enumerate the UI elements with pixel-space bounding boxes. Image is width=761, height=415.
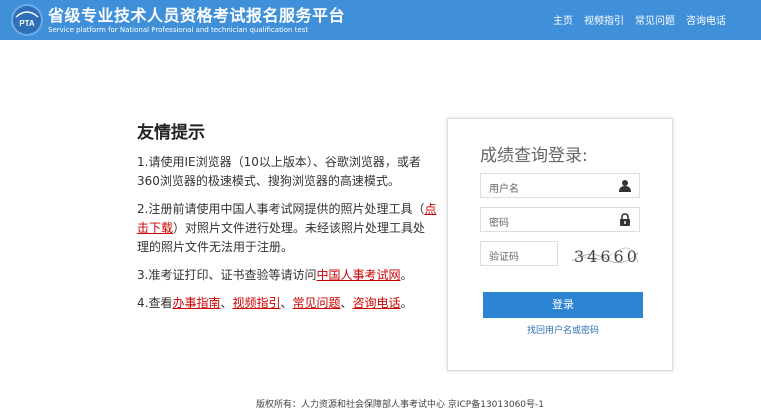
nav-home[interactable]: 主页: [553, 12, 573, 27]
captcha-placeholder: 验证码: [489, 252, 519, 263]
login-panel: 成绩查询登录: 用户名 密码 验证码 34660 登录 找回用户名或密码: [447, 118, 673, 371]
cpta-link[interactable]: 中国人事考试网: [316, 268, 400, 282]
nav-faq[interactable]: 常见问题: [635, 12, 675, 27]
tip3-text-pre: 3.准考证打印、证书查验等请访问: [137, 268, 317, 282]
password-field[interactable]: 密码: [480, 207, 640, 232]
tip2-text-pre: 2.注册前请使用中国人事考试网提供的照片处理工具（: [137, 202, 425, 216]
separator: 、: [340, 296, 353, 310]
logo-icon: PTA: [11, 4, 43, 36]
tip4-text-post: 。: [400, 296, 413, 310]
forgot-credentials-link[interactable]: 找回用户名或密码: [448, 323, 678, 336]
footer-copyright: 版权所有：人力资源和社会保障部人事考试中心 京ICP备13013060号-1: [255, 400, 544, 410]
tip-exam-site: 3.准考证打印、证书查验等请访问中国人事考试网。: [137, 266, 437, 285]
tip-photo-tool: 2.注册前请使用中国人事考试网提供的照片处理工具（点击下载）对照片文件进行处理。…: [137, 200, 437, 257]
tips-title: 友情提示: [137, 123, 205, 143]
password-placeholder: 密码: [489, 218, 509, 229]
svg-text:PTA: PTA: [19, 19, 35, 28]
user-icon: [619, 180, 631, 192]
top-header-bar: PTA 省级专业技术人员资格考试报名服务平台 Service platform …: [0, 0, 761, 40]
nav-contact-phone[interactable]: 咨询电话: [686, 12, 726, 27]
site-title: 省级专业技术人员资格考试报名服务平台: [48, 6, 346, 25]
top-nav: 主页 视频指引 常见问题 咨询电话: [553, 12, 737, 27]
login-title: 成绩查询登录:: [480, 146, 588, 166]
login-button[interactable]: 登录: [483, 292, 643, 318]
tips-panel: 友情提示 1.请使用IE浏览器（10以上版本）、谷歌浏览器，或者360浏览器的极…: [137, 118, 437, 322]
captcha-field[interactable]: 验证码: [480, 241, 558, 266]
guide-link[interactable]: 办事指南: [172, 296, 220, 310]
site-subtitle: Service platform for National Profession…: [48, 26, 309, 34]
username-field[interactable]: 用户名: [480, 173, 640, 198]
separator: 、: [280, 296, 293, 310]
tip-view-links: 4.查看办事指南、视频指引、常见问题、咨询电话。: [137, 294, 437, 313]
video-guide-link[interactable]: 视频指引: [232, 296, 280, 310]
nav-video-guide[interactable]: 视频指引: [584, 12, 624, 27]
faq-link[interactable]: 常见问题: [293, 296, 341, 310]
tip-browser: 1.请使用IE浏览器（10以上版本）、谷歌浏览器，或者360浏览器的极速模式、搜…: [137, 155, 421, 188]
tip3-text-post: 。: [400, 268, 413, 282]
username-placeholder: 用户名: [489, 184, 519, 195]
tip2-text-post: ）对照片文件进行处理。未经该照片处理工具处理的照片文件无法用于注册。: [137, 221, 426, 254]
separator: 、: [220, 296, 233, 310]
svg-text:34660: 34660: [574, 247, 640, 266]
captcha-image[interactable]: 34660: [570, 241, 640, 271]
lock-icon: [620, 213, 630, 226]
contact-link[interactable]: 咨询电话: [353, 296, 401, 310]
tip4-text-pre: 4.查看: [137, 296, 173, 310]
